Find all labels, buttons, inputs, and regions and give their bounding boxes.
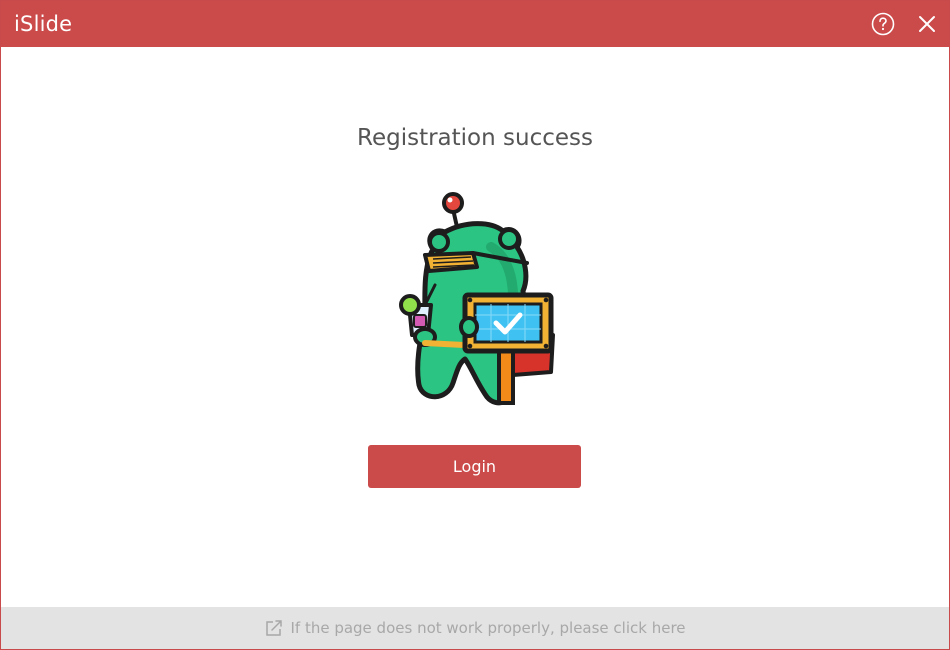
external-link-icon (264, 618, 284, 638)
title-bar: iSlide (1, 1, 949, 47)
close-icon (919, 16, 935, 32)
app-title: iSlide (14, 12, 73, 36)
window-controls (869, 1, 941, 47)
main-content: Registration success Login (1, 47, 949, 607)
help-button[interactable] (869, 10, 897, 38)
help-circle-icon (871, 12, 895, 36)
islide-window: iSlide Registration success Login If the… (0, 0, 950, 650)
close-button[interactable] (913, 10, 941, 38)
footer-help-link[interactable]: If the page does not work properly, plea… (1, 607, 949, 649)
mascot-success-illustration (399, 192, 555, 406)
registration-headline: Registration success (357, 125, 593, 151)
footer-help-text: If the page does not work properly, plea… (290, 619, 686, 637)
login-button[interactable]: Login (368, 445, 581, 488)
